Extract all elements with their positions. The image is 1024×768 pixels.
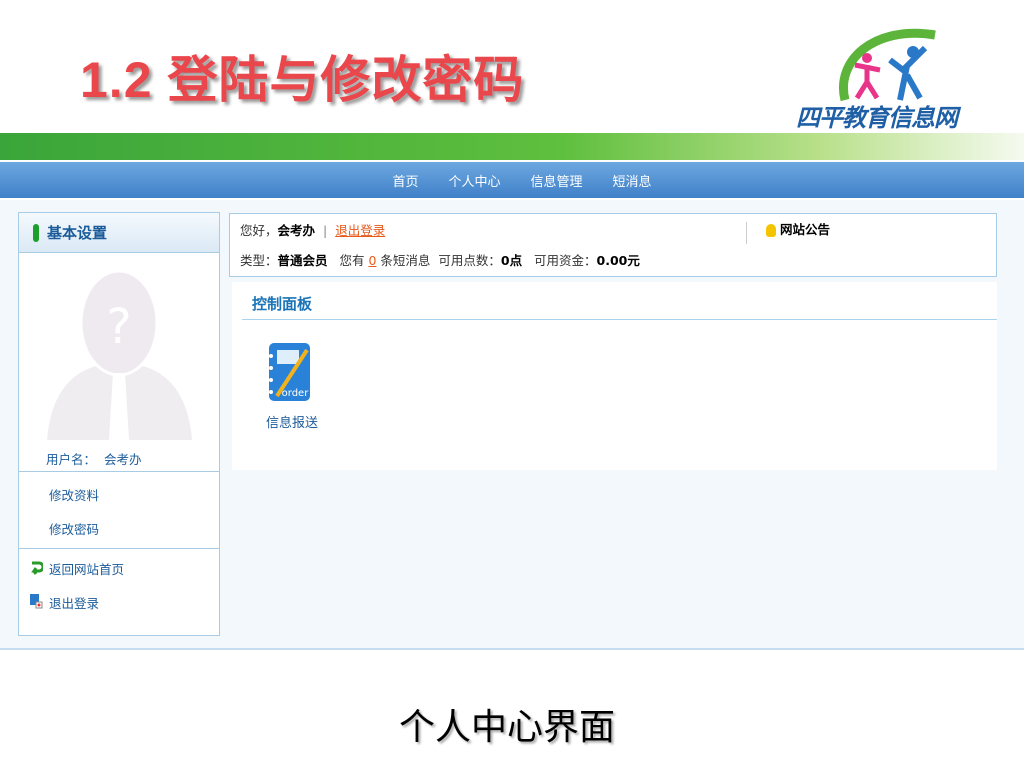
order-icon-text: order: [282, 388, 310, 399]
control-panel-title: 控制面板: [252, 295, 313, 313]
site-notice-label: 网站公告: [779, 222, 830, 237]
funds-value: 0.00元: [596, 253, 640, 268]
logout-link[interactable]: 退出登录: [335, 223, 385, 238]
main-nav: 首页 个人中心 信息管理 短消息: [0, 162, 1024, 198]
divider: [242, 319, 997, 320]
points-label: 可用点数：: [438, 253, 501, 268]
nav-info-management[interactable]: 信息管理: [531, 171, 583, 190]
back-home-link[interactable]: 返回网站首页: [49, 559, 124, 578]
logo-text: 四平教育信息网: [796, 104, 958, 132]
sidebar-logout-link[interactable]: 退出登录: [49, 593, 99, 612]
username-row: 用户名： 会考办: [46, 449, 141, 468]
nav-home[interactable]: 首页: [392, 171, 418, 190]
username-value: 会考办: [103, 452, 142, 467]
points-value: 0点: [500, 253, 523, 268]
msg-suffix: 条短消息: [380, 253, 431, 268]
divider: [19, 471, 219, 472]
edit-profile-link[interactable]: 修改资料: [49, 485, 99, 504]
sidebar: 基本设置 ? 用户名： 会考办 修改资料 修改密码 返回网站首页 退出登录: [18, 212, 220, 636]
greeting: 您好，: [240, 223, 278, 238]
type-value: 普通会员: [277, 253, 328, 268]
header-marker-icon: [33, 223, 39, 242]
nav-personal-center[interactable]: 个人中心: [448, 171, 500, 190]
msg-prefix: 您有: [339, 253, 365, 268]
divider: [746, 222, 747, 244]
separator: |: [323, 223, 328, 238]
message-count-link[interactable]: 0: [368, 253, 376, 268]
control-panel: 控制面板 order 信息报送: [232, 282, 997, 470]
return-arrow-icon: [31, 561, 43, 575]
notice-row[interactable]: 网站公告: [766, 219, 830, 238]
sidebar-header: 基本设置: [19, 213, 219, 253]
nav-messages[interactable]: 短消息: [613, 171, 652, 190]
avatar-placeholder-icon: ?: [47, 269, 192, 440]
header-band: [0, 133, 1024, 160]
slide-caption: 个人中心界面: [398, 707, 615, 748]
divider: [0, 648, 1024, 650]
svg-text:?: ?: [106, 299, 131, 355]
username-label: 用户名：: [46, 452, 97, 467]
order-notebook-icon[interactable]: order: [267, 342, 312, 402]
slide-title: 1.2 登陆与修改密码: [80, 52, 525, 108]
change-password-link[interactable]: 修改密码: [49, 519, 99, 538]
divider: [19, 548, 219, 549]
type-label: 类型：: [240, 253, 278, 268]
logout-icon: [30, 594, 43, 609]
greeting-row: 您好，会考办 | 退出登录: [240, 220, 385, 239]
greeting-user: 会考办: [277, 223, 316, 238]
funds-label: 可用资金：: [534, 253, 597, 268]
info-submit-link[interactable]: 信息报送: [266, 412, 318, 431]
lightbulb-icon: [766, 224, 776, 237]
sidebar-title: 基本设置: [47, 224, 108, 242]
account-row: 类型：普通会员 您有 0 条短消息 可用点数：0点 可用资金：0.00元: [240, 250, 640, 269]
user-info-panel: 您好，会考办 | 退出登录 网站公告 类型：普通会员 您有 0 条短消息 可用点…: [229, 213, 997, 277]
